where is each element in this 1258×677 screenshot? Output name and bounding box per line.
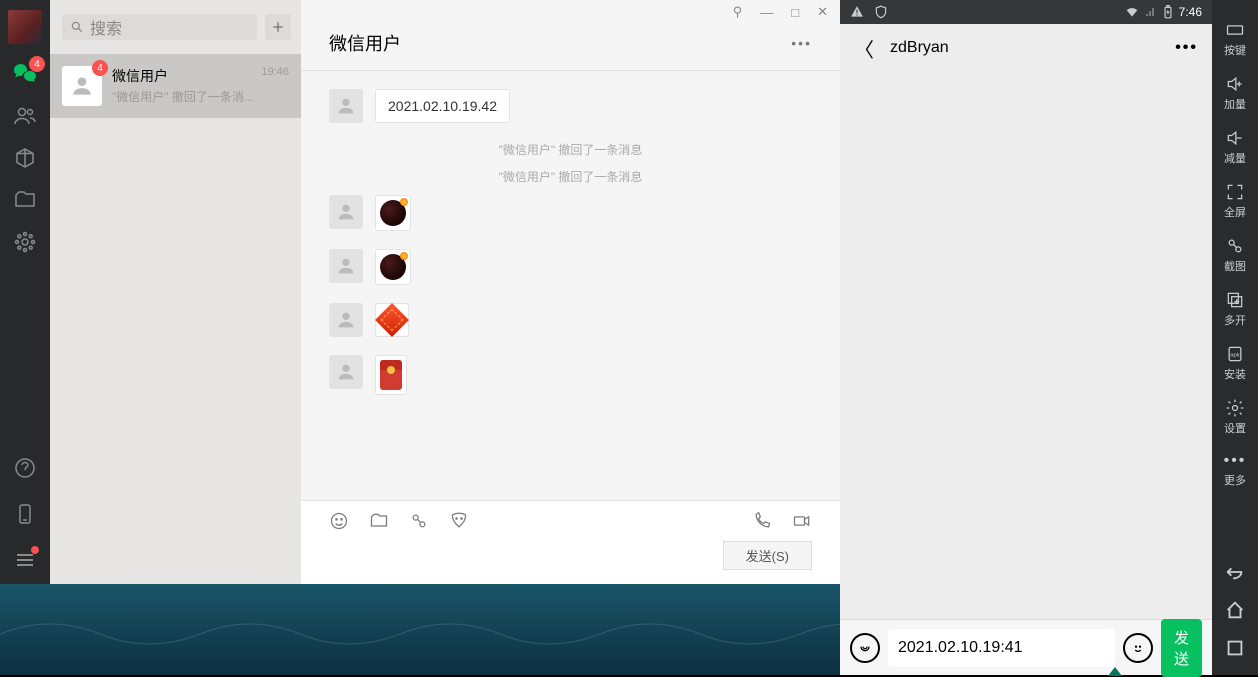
message-row	[329, 195, 812, 231]
chats-tab[interactable]: 4	[13, 62, 37, 86]
pin-button[interactable]: ⚲	[733, 4, 743, 20]
message-avatar[interactable]	[329, 303, 363, 337]
settings-button[interactable]: 设置	[1224, 398, 1246, 436]
moments-tab[interactable]	[13, 230, 37, 254]
emulator-toolbar: 按键 加量 减量 全屏 截图 多开 apk 安装 设置 ••• 更多	[1212, 0, 1258, 675]
phone-send-button[interactable]: 发送	[1161, 619, 1202, 677]
video-call-button[interactable]	[792, 511, 812, 531]
wechat-sidebar: 4	[0, 0, 50, 584]
history-button[interactable]	[449, 511, 469, 531]
volume-up-button[interactable]: 加量	[1224, 74, 1246, 112]
chat-item-time: 19:46	[261, 66, 289, 78]
message-avatar[interactable]	[329, 355, 363, 389]
warning-icon	[850, 5, 864, 19]
phone-input-bar: 发送	[840, 619, 1212, 675]
diamond-emoji	[375, 303, 409, 337]
multi-instance-button[interactable]: 多开	[1224, 290, 1246, 328]
keymap-button[interactable]: 按键	[1224, 20, 1246, 58]
message-row	[329, 303, 812, 337]
window-titlebar: ⚲ — □ ✕	[301, 0, 840, 24]
phone-chat-title: zdBryan	[890, 39, 949, 57]
back-button[interactable]: 〈	[854, 34, 874, 63]
svg-text:apk: apk	[1230, 353, 1239, 359]
chat-item-preview: "微信用户" 撤回了一条消...	[112, 88, 289, 105]
bomb-emoji	[375, 195, 411, 231]
message-row	[329, 249, 812, 285]
chats-badge: 4	[29, 56, 45, 72]
screenshot-button-emu[interactable]: 截图	[1224, 236, 1246, 274]
file-button[interactable]	[369, 511, 389, 531]
message-avatar[interactable]	[329, 89, 363, 123]
input-area: 发送(S)	[301, 500, 840, 584]
messages-area[interactable]: 2021.02.10.19.42 "微信用户" 撤回了一条消息 "微信用户" 撤…	[301, 71, 840, 500]
shield-icon	[874, 5, 888, 19]
phone-text-input[interactable]	[888, 629, 1115, 667]
screenshot-button[interactable]	[409, 511, 429, 531]
system-message: "微信用户" 撤回了一条消息	[329, 168, 812, 185]
chat-item-avatar: 4	[62, 66, 102, 106]
more-button[interactable]: ••• 更多	[1224, 452, 1247, 488]
system-message: "微信用户" 撤回了一条消息	[329, 141, 812, 158]
battery-icon	[1163, 5, 1173, 19]
phone-statusbar: 7:46	[840, 0, 1212, 24]
minimize-button[interactable]: —	[760, 5, 773, 20]
install-apk-button[interactable]: apk 安装	[1224, 344, 1246, 382]
android-recents-button[interactable]	[1224, 637, 1246, 659]
add-button[interactable]	[265, 14, 291, 40]
chat-list: 搜索 4 微信用户 "微信用户" 撤回了一条消... 19:46	[50, 0, 301, 584]
search-input[interactable]: 搜索	[62, 14, 257, 40]
send-button[interactable]: 发送(S)	[723, 541, 812, 570]
message-row	[329, 355, 812, 395]
phone-emoji-button[interactable]	[1123, 633, 1153, 663]
fullscreen-button[interactable]: 全屏	[1224, 182, 1246, 220]
phone-menu-button[interactable]: •••	[1175, 39, 1198, 57]
menu-icon[interactable]	[13, 548, 37, 572]
phone-status-time: 7:46	[1179, 5, 1202, 19]
search-icon	[70, 20, 84, 34]
miniprogram-icon[interactable]	[13, 456, 37, 480]
phone-icon[interactable]	[13, 502, 37, 526]
chat-pane: ⚲ — □ ✕ 微信用户 ••• 2021.02.10.19.42 "微信用户"…	[301, 0, 840, 584]
contacts-tab[interactable]	[13, 104, 37, 128]
volume-down-button[interactable]: 减量	[1224, 128, 1246, 166]
message-avatar[interactable]	[329, 249, 363, 283]
android-home-button[interactable]	[1224, 599, 1246, 621]
voice-call-button[interactable]	[752, 511, 772, 531]
search-placeholder: 搜索	[90, 15, 122, 39]
user-avatar[interactable]	[8, 10, 42, 44]
maximize-button[interactable]: □	[791, 5, 799, 20]
message-row: 2021.02.10.19.42	[329, 89, 812, 123]
android-back-button[interactable]	[1224, 561, 1246, 583]
phone-messages-area[interactable]	[840, 72, 1212, 619]
message-avatar[interactable]	[329, 195, 363, 229]
close-button[interactable]: ✕	[817, 4, 828, 20]
plus-icon	[271, 20, 285, 34]
phone-pane: 7:46 〈 zdBryan ••• 发送	[840, 0, 1212, 675]
signal-icon	[1145, 6, 1157, 18]
redpacket-emoji	[375, 355, 407, 395]
wifi-icon	[1125, 5, 1139, 19]
emoji-button[interactable]	[329, 511, 349, 531]
chat-menu-button[interactable]: •••	[791, 35, 812, 51]
chat-title: 微信用户	[329, 30, 401, 56]
files-tab[interactable]	[13, 188, 37, 212]
phone-header: 〈 zdBryan •••	[840, 24, 1212, 72]
menu-dot	[31, 546, 39, 554]
voice-input-button[interactable]	[850, 633, 880, 663]
message-bubble: 2021.02.10.19.42	[375, 89, 510, 123]
chat-list-item[interactable]: 4 微信用户 "微信用户" 撤回了一条消... 19:46	[50, 54, 301, 118]
favorites-tab[interactable]	[13, 146, 37, 170]
bomb-emoji	[375, 249, 411, 285]
chat-item-badge: 4	[92, 60, 108, 76]
